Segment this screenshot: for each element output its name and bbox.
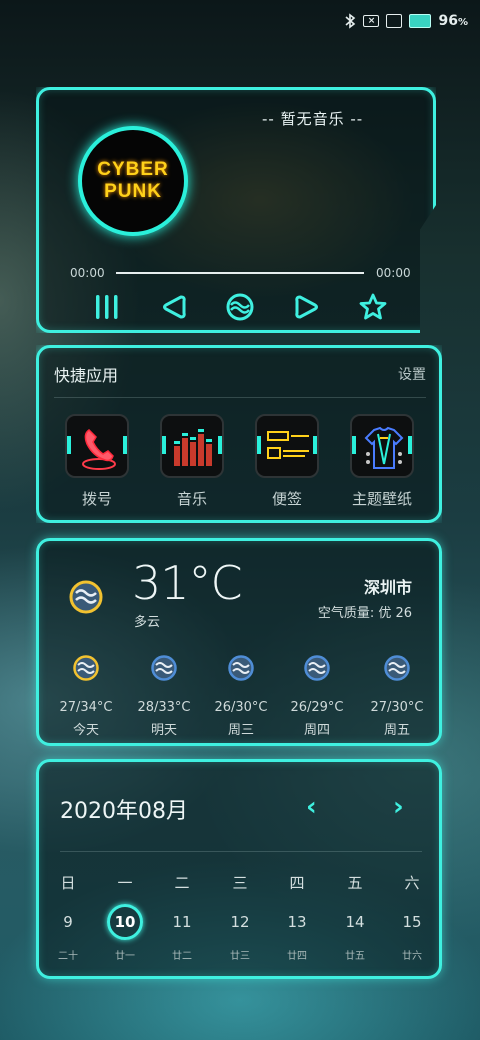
lunar-date: 廿二 xyxy=(172,951,192,962)
cloudy-weather-icon xyxy=(73,655,99,681)
total-time: 00:00 xyxy=(376,266,411,280)
air-quality: 空气质量: 优 26 xyxy=(317,606,412,621)
playlist-icon xyxy=(96,295,118,319)
lunar-date: 廿四 xyxy=(287,951,307,962)
cloudy-weather-icon xyxy=(151,655,177,681)
chevron-left-icon[interactable]: ‹ xyxy=(306,792,317,822)
album-text-line1: CYBER xyxy=(97,159,169,180)
play-wave-icon xyxy=(226,293,254,321)
forecast-range: 26/29°C xyxy=(290,700,344,715)
app-notes[interactable]: 便签 xyxy=(247,414,327,509)
cloudy-weather-icon xyxy=(384,655,410,681)
star-icon xyxy=(359,293,387,320)
app-label: 拨号 xyxy=(81,490,112,508)
calendar-day[interactable]: 14 xyxy=(335,913,375,931)
progress-bar[interactable] xyxy=(116,272,364,274)
weekday-label: 三 xyxy=(232,874,248,892)
no-sim-icon: × xyxy=(363,15,380,27)
music-title: -- 暂无音乐 -- xyxy=(262,110,364,128)
weekday-label: 四 xyxy=(289,874,305,892)
forecast-range: 28/33°C xyxy=(137,700,191,715)
forecast-day-label: 今天 xyxy=(72,723,99,738)
weekday-label: 二 xyxy=(174,874,190,892)
notes-icon xyxy=(255,414,319,478)
lunar-date: 廿五 xyxy=(345,951,365,962)
album-art[interactable]: CYBER PUNK xyxy=(78,126,188,236)
calendar-day[interactable]: 9 xyxy=(48,913,88,931)
apps-title: 快捷应用 xyxy=(54,366,119,385)
app-themes[interactable]: 主题壁纸 xyxy=(342,414,422,509)
lunar-date: 廿六 xyxy=(402,951,422,962)
bluetooth-icon xyxy=(344,13,356,29)
equalizer-icon xyxy=(160,414,224,478)
app-label: 音乐 xyxy=(176,490,207,508)
cloudy-weather-icon xyxy=(304,655,330,681)
calendar-month-title: 2020年08月 xyxy=(60,799,188,824)
calendar-divider xyxy=(60,851,422,852)
forecast-day-label: 明天 xyxy=(150,723,177,738)
forecast-day: 26/29°C 周四 xyxy=(277,654,357,738)
forecast-range: 26/30°C xyxy=(214,700,268,715)
next-button[interactable] xyxy=(290,290,324,324)
favorite-button[interactable] xyxy=(356,290,390,324)
calendar-day[interactable]: 11 xyxy=(162,913,202,931)
apps-divider xyxy=(54,397,426,398)
battery-level: 96% xyxy=(438,13,468,29)
app-label: 主题壁纸 xyxy=(351,490,412,508)
cloudy-weather-icon xyxy=(69,580,103,614)
forecast-day: 26/30°C 周三 xyxy=(201,654,281,738)
calendar-day[interactable]: 15 xyxy=(392,913,432,931)
weekday-label: 日 xyxy=(60,874,76,892)
lunar-date: 廿三 xyxy=(230,951,250,962)
calendar-day-today[interactable]: 10 xyxy=(105,913,145,931)
battery-icon xyxy=(409,14,432,28)
app-label: 便签 xyxy=(271,490,302,508)
forecast-day-label: 周三 xyxy=(227,723,254,738)
playlist-button[interactable] xyxy=(90,290,124,324)
calendar-day[interactable]: 13 xyxy=(277,913,317,931)
apps-settings-link[interactable]: 设置 xyxy=(398,364,426,384)
current-time: 00:00 xyxy=(70,266,105,280)
app-music[interactable]: 音乐 xyxy=(152,414,232,509)
weekday-label: 五 xyxy=(347,874,363,892)
cloudy-weather-icon xyxy=(228,655,254,681)
lunar-date: 廿一 xyxy=(115,951,135,962)
album-text-line2: PUNK xyxy=(104,181,162,202)
forecast-day: 27/30°C 周五 xyxy=(357,654,437,738)
previous-icon xyxy=(163,295,186,319)
forecast-day: 28/33°C 明天 xyxy=(124,654,204,738)
previous-button[interactable] xyxy=(157,290,191,324)
shirt-icon xyxy=(350,414,414,478)
play-button[interactable] xyxy=(223,290,257,324)
status-bar: × 96% xyxy=(344,10,468,32)
chevron-right-icon[interactable]: › xyxy=(393,792,404,822)
weather-condition: 多云 xyxy=(134,615,161,630)
city-name: 深圳市 xyxy=(363,578,412,597)
next-icon xyxy=(295,295,318,319)
phone-icon xyxy=(65,414,129,478)
forecast-day-label: 周五 xyxy=(383,723,410,738)
weekday-label: 一 xyxy=(117,874,133,892)
weekday-label: 六 xyxy=(404,874,420,892)
forecast-day: 27/34°C 今天 xyxy=(46,654,126,738)
calendar-day[interactable]: 12 xyxy=(220,913,260,931)
calendar-widget xyxy=(36,759,442,979)
app-dialer[interactable]: 拨号 xyxy=(57,414,137,509)
current-temperature: 31°C xyxy=(132,556,243,610)
forecast-range: 27/30°C xyxy=(370,700,424,715)
lunar-date: 二十 xyxy=(58,951,78,962)
notification-icon xyxy=(386,14,403,28)
forecast-range: 27/34°C xyxy=(59,700,113,715)
forecast-day-label: 周四 xyxy=(303,723,330,738)
